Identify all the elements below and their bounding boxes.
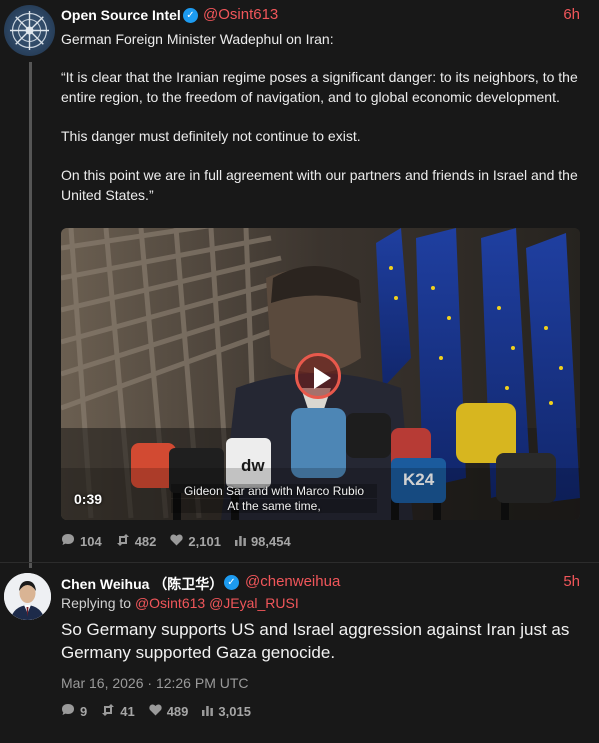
like-count-button[interactable]: 2,101: [170, 534, 221, 549]
view-count: 3,015: [202, 704, 251, 719]
video-player[interactable]: dw K24 0:39 Gideon Sar and with Marco Ru…: [61, 228, 580, 520]
repost-count-button[interactable]: 482: [116, 533, 157, 549]
view-count-value: 3,015: [218, 703, 251, 719]
replying-to-handles[interactable]: @Osint613 @JEyal_RUSI: [135, 595, 299, 611]
repost-count: 482: [134, 533, 157, 549]
view-count: 98,454: [234, 533, 291, 549]
post-body: German Foreign Minister Wadephul on Iran…: [61, 29, 586, 205]
post-open-source-intel: Open Source Intel ✓ @Osint613 6h German …: [0, 0, 599, 560]
view-count-value: 98,454: [250, 533, 291, 549]
reply-count: 104: [80, 533, 102, 549]
post-body: So Germany supports US and Israel aggres…: [61, 620, 570, 662]
author-handle[interactable]: @Osint613: [203, 6, 278, 23]
like-count: 489: [166, 703, 189, 719]
repost-icon: [116, 533, 130, 549]
like-count-button[interactable]: 489: [149, 703, 189, 719]
reply-count-button[interactable]: 9: [61, 703, 87, 719]
post-paragraph: “It is clear that the Iranian regime pos…: [61, 69, 578, 105]
comment-icon: [61, 703, 75, 719]
heart-icon: [149, 703, 162, 719]
post-time[interactable]: 6h: [563, 6, 580, 23]
post-paragraph: German Foreign Minister Wadephul on Iran…: [61, 31, 334, 47]
post-timestamp[interactable]: Mar 16, 2026 · 12:26 PM UTC: [61, 675, 249, 691]
post-paragraph: On this point we are in full agreement w…: [61, 167, 578, 203]
heart-icon: [170, 533, 184, 549]
video-subtitle: Gideon Sar and with Marco Rubio: [171, 484, 377, 498]
reply-count: 9: [80, 703, 88, 719]
author-name[interactable]: Chen Weihua （陈卫华）: [61, 574, 223, 594]
verified-badge-icon: ✓: [183, 8, 198, 23]
bar-chart-icon: [202, 704, 214, 719]
comment-icon: [61, 533, 75, 549]
author-handle[interactable]: @chenweihua: [245, 573, 340, 590]
reply-count-button[interactable]: 104: [61, 533, 102, 549]
post-paragraph: This danger must definitely not continue…: [61, 128, 361, 144]
divider: [0, 562, 599, 563]
post-time[interactable]: 5h: [563, 573, 580, 590]
video-duration: 0:39: [74, 491, 103, 507]
bar-chart-icon: [234, 534, 246, 549]
post-stats: 9 41 489 3,015: [61, 703, 265, 719]
replying-to: Replying to @Osint613 @JEyal_RUSI: [61, 595, 299, 611]
repost-icon: [101, 703, 115, 719]
video-subtitle: At the same time,: [171, 499, 377, 513]
avatar[interactable]: [4, 5, 55, 56]
like-count: 2,101: [188, 533, 221, 549]
verified-badge-icon: ✓: [224, 575, 239, 590]
avatar[interactable]: [4, 573, 51, 620]
author-name[interactable]: Open Source Intel: [61, 7, 181, 23]
play-icon[interactable]: [295, 353, 341, 399]
repost-count: 41: [120, 703, 135, 719]
repost-count-button[interactable]: 41: [101, 703, 135, 719]
post-stats: 104 482 2,101 98,454: [61, 533, 305, 549]
replying-to-label: Replying to: [61, 595, 132, 611]
